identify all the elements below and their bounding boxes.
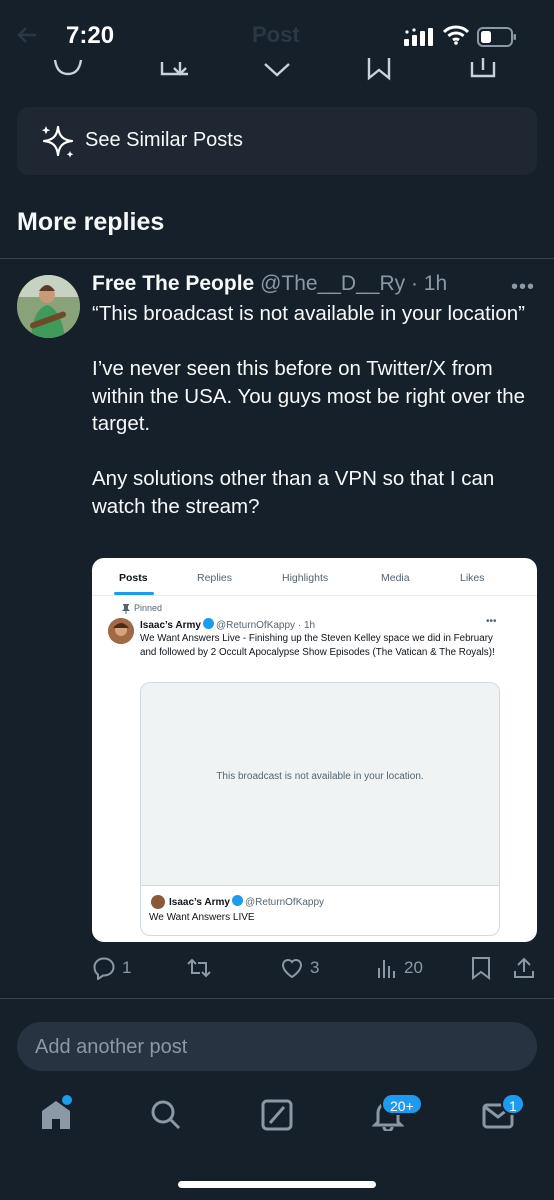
status-time: 7:20 <box>66 22 115 49</box>
broadcast-unavailable-message: This broadcast is not available in your … <box>216 771 424 782</box>
reply-count: 1 <box>122 958 132 977</box>
dot-separator: · <box>405 272 424 295</box>
embed-author-handle: @ReturnOfKappy <box>215 620 296 631</box>
reply-author-handle[interactable]: @The__D__Ry <box>260 272 405 295</box>
home-indicator <box>178 1181 376 1188</box>
active-tab-indicator <box>114 592 154 595</box>
reply-icon <box>93 957 115 980</box>
bookmark-icon[interactable] <box>366 58 392 82</box>
see-similar-posts-button[interactable]: See Similar Posts <box>17 107 537 175</box>
embed-tab-highlights: Highlights <box>282 572 329 584</box>
share-icon[interactable] <box>470 58 496 82</box>
search-icon[interactable] <box>150 1099 182 1131</box>
embed-tabs: Posts Replies Highlights Media Likes <box>92 558 537 596</box>
reply-paragraph: Any solutions other than a VPN so that I… <box>92 467 495 518</box>
embed-text: We Want Answers Live - Finishing up the … <box>140 633 495 659</box>
bookmark-button[interactable] <box>470 954 492 982</box>
like-button[interactable]: 3 <box>280 954 319 982</box>
embed-tab-posts: Posts <box>119 572 148 584</box>
reply-actions: 1 3 20 <box>92 954 537 982</box>
cellular-signal-icon <box>404 28 433 46</box>
divider <box>0 998 554 999</box>
views-icon <box>378 960 395 978</box>
embed-author-name: Isaac’s Army <box>140 620 201 631</box>
bookmark-down-icon[interactable] <box>160 58 190 82</box>
embed-tab-likes: Likes <box>460 572 485 584</box>
verified-badge-icon <box>202 618 214 629</box>
grok-icon[interactable] <box>261 1099 293 1131</box>
compose-placeholder: Add another post <box>35 1036 188 1058</box>
bookmark-icon <box>472 957 490 980</box>
back-arrow-icon[interactable] <box>16 24 38 46</box>
pin-icon <box>122 604 130 614</box>
card-author-handle: @ReturnOfKappy <box>244 897 325 908</box>
reply-time: 1h <box>423 272 448 295</box>
reply-paragraph: I’ve never seen this before on Twitter/X… <box>92 357 526 435</box>
repost-button[interactable] <box>186 954 218 982</box>
card-avatar <box>151 895 165 909</box>
avatar-photo <box>17 275 80 338</box>
pinned-label: Pinned <box>134 603 163 613</box>
embed-header: Isaac’s Army @ReturnOfKappy · 1h <box>140 618 315 631</box>
more-options-icon[interactable]: ••• <box>511 276 535 299</box>
sparkle-icon <box>41 125 74 158</box>
avatar[interactable] <box>17 275 80 338</box>
notifications-badge: 20+ <box>381 1093 423 1115</box>
embed-avatar <box>108 618 134 644</box>
embed-tab-media: Media <box>381 572 410 584</box>
battery-icon <box>477 27 516 47</box>
share-button[interactable] <box>512 954 536 982</box>
bottom-tab-bar: 20+ 1 <box>0 1085 554 1155</box>
see-similar-posts-label: See Similar Posts <box>85 129 243 151</box>
verified-badge-icon <box>231 895 243 906</box>
chevron-down-icon[interactable] <box>262 58 292 82</box>
add-another-post-input[interactable]: Add another post <box>17 1022 537 1071</box>
dot-separator: · <box>295 620 304 631</box>
share-icon <box>514 957 534 978</box>
page-title: Post <box>252 22 300 47</box>
heart-icon <box>281 959 303 979</box>
broadcast-media: This broadcast is not available in your … <box>141 683 499 886</box>
messages-badge: 1 <box>501 1093 525 1115</box>
repost-icon <box>187 958 211 978</box>
reply-button[interactable]: 1 <box>92 954 131 982</box>
reply-author-name[interactable]: Free The People <box>92 272 254 295</box>
divider <box>0 258 554 259</box>
embed-more-icon: ••• <box>486 616 497 627</box>
reply-paragraph: “This broadcast is not available in your… <box>92 302 525 325</box>
views-count: 20 <box>404 958 423 977</box>
views-button[interactable]: 20 <box>376 954 423 982</box>
main-post-actions <box>0 58 554 82</box>
card-title: We Want Answers LIVE <box>149 912 255 923</box>
broadcast-card: This broadcast is not available in your … <box>140 682 500 936</box>
embed-time: 1h <box>303 620 316 631</box>
attached-image[interactable]: Posts Replies Highlights Media Likes Pin… <box>92 558 537 942</box>
reply-header: Free The People @The__D__Ry · 1h <box>92 272 447 296</box>
card-author-name: Isaac’s Army <box>169 897 230 908</box>
like-count: 3 <box>310 958 320 977</box>
more-replies-heading: More replies <box>17 208 165 236</box>
reply-icon[interactable] <box>53 58 83 82</box>
reply-text: “This broadcast is not available in your… <box>92 300 532 548</box>
wifi-icon <box>443 25 469 45</box>
embed-tab-replies: Replies <box>197 572 233 584</box>
home-unread-dot <box>62 1095 72 1105</box>
card-header: Isaac’s Army @ReturnOfKappy <box>169 895 324 908</box>
